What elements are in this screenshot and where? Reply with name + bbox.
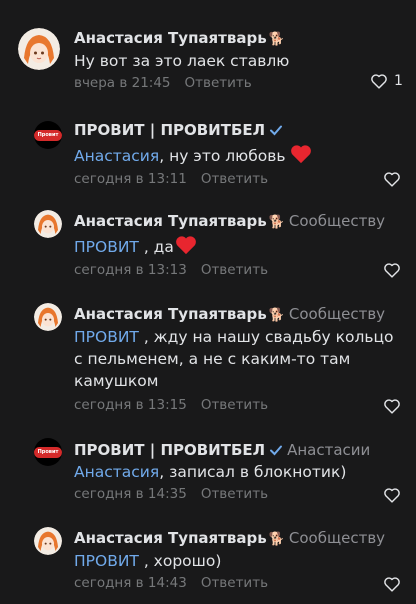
mention-link[interactable]: Анастасия — [74, 463, 159, 481]
comment-time[interactable]: сегодня в 14:35 — [74, 486, 187, 502]
avatar[interactable] — [34, 303, 62, 331]
community-avatar[interactable]: Провит — [34, 121, 62, 149]
reply-button[interactable]: Ответить — [201, 171, 268, 187]
reply-button[interactable]: Ответить — [201, 262, 268, 278]
comment-meta: сегодня в 13:15 Ответить — [74, 397, 268, 413]
mention-link[interactable]: ПРОВИТ — [74, 552, 139, 570]
comment-text: ПРОВИТ , жду на нашу свадьбу кольцо с пе… — [74, 328, 394, 390]
mention-link[interactable]: ПРОВИТ — [74, 328, 139, 346]
mention-link[interactable]: Анастасия — [74, 147, 159, 165]
like-button[interactable] — [383, 576, 401, 592]
verified-icon — [270, 445, 283, 456]
comment-author[interactable]: Анастасия Тупаятварь 🐕 — [74, 29, 285, 47]
avatar[interactable] — [34, 210, 62, 238]
like-button[interactable] — [383, 262, 401, 278]
comment-meta: сегодня в 14:43 Ответить — [74, 575, 268, 591]
reply-target[interactable]: Анастасии — [287, 441, 370, 459]
comment-text: Анастасия, ну это любовь — [74, 144, 404, 167]
mention-link[interactable]: ПРОВИТ — [74, 238, 139, 256]
comment-time[interactable]: сегодня в 13:13 — [74, 262, 187, 278]
reply-button[interactable]: Ответить — [185, 75, 252, 91]
avatar[interactable] — [18, 28, 60, 70]
heart-outline-icon — [384, 488, 400, 503]
comment-meta: вчера в 21:45 Ответить — [74, 75, 252, 91]
comment-text: ПРОВИТ , да — [74, 235, 404, 258]
comment-text: ПРОВИТ , хорошо) — [74, 552, 222, 570]
dog-icon: 🐕 — [268, 32, 285, 47]
heart-outline-icon — [384, 577, 400, 592]
like-button[interactable] — [383, 398, 401, 414]
reply-button[interactable]: Ответить — [201, 397, 268, 413]
dog-icon: 🐕 — [268, 215, 285, 230]
heart-outline-icon — [384, 263, 400, 278]
dog-icon: 🐕 — [268, 532, 285, 547]
comment-meta: сегодня в 13:13 Ответить — [74, 262, 268, 278]
comment-text: Анастасия, записал в блокнотик) — [74, 463, 347, 481]
comment-author[interactable]: ПРОВИТ | ПРОВИТБЕЛ Анастасии — [74, 441, 370, 459]
provit-logo: Провит — [34, 446, 62, 458]
like-button[interactable]: 1 — [370, 73, 403, 89]
comment-author[interactable]: Анастасия Тупаятварь 🐕 Сообществу — [74, 305, 385, 323]
comment-time[interactable]: сегодня в 14:43 — [74, 575, 187, 591]
comment-time[interactable]: сегодня в 13:11 — [74, 171, 187, 187]
reply-target[interactable]: Сообществу — [289, 305, 385, 323]
reply-target[interactable]: Сообществу — [289, 529, 385, 547]
dog-icon: 🐕 — [268, 308, 285, 323]
comment-time[interactable]: вчера в 21:45 — [74, 75, 171, 91]
comment-text: Ну вот за это лаек ставлю — [74, 52, 290, 70]
reply-target[interactable]: Сообществу — [289, 212, 385, 230]
heart-outline-icon — [371, 74, 387, 89]
comment-author[interactable]: ПРОВИТ | ПРОВИТБЕЛ — [74, 121, 283, 139]
comment-meta: сегодня в 14:35 Ответить — [74, 486, 268, 502]
heart-outline-icon — [384, 172, 400, 187]
red-heart-emoji — [176, 236, 196, 255]
reply-button[interactable]: Ответить — [201, 575, 268, 591]
comment-author[interactable]: Анастасия Тупаятварь 🐕 Сообществу — [74, 529, 385, 547]
heart-outline-icon — [384, 399, 400, 414]
verified-icon — [270, 125, 283, 136]
comment-meta: сегодня в 13:11 Ответить — [74, 171, 268, 187]
like-button[interactable] — [383, 171, 401, 187]
provit-logo: Провит — [34, 129, 62, 141]
like-button[interactable] — [383, 487, 401, 503]
community-avatar[interactable]: Провит — [34, 438, 62, 466]
avatar[interactable] — [34, 527, 62, 555]
reply-button[interactable]: Ответить — [201, 486, 268, 502]
comment-author[interactable]: Анастасия Тупаятварь 🐕 Сообществу — [74, 212, 385, 230]
red-heart-emoji — [290, 145, 311, 164]
like-count: 1 — [394, 73, 403, 89]
comment-time[interactable]: сегодня в 13:15 — [74, 397, 187, 413]
